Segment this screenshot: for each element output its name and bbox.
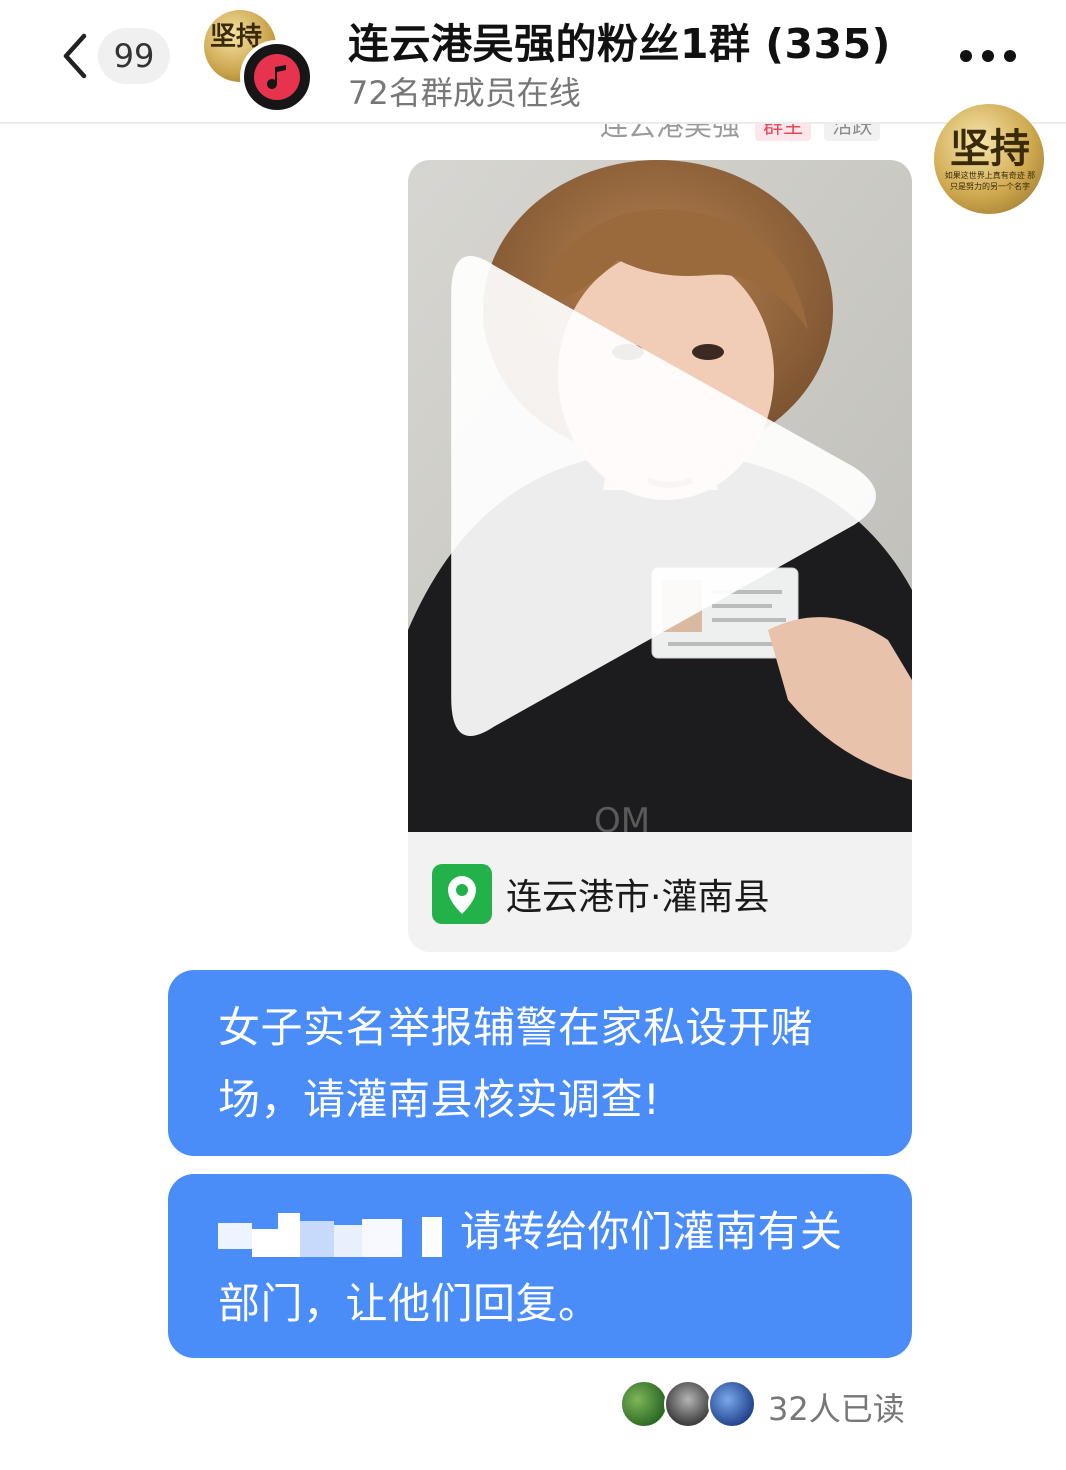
more-dots-icon [960, 50, 972, 62]
redact-block [362, 1218, 402, 1257]
online-members-count: 72名群成员在线 [348, 74, 581, 112]
read-count: 32人已读 [768, 1390, 905, 1428]
reader-avatar [664, 1380, 712, 1428]
more-dot [982, 50, 994, 62]
music-avatar-inner [254, 54, 300, 100]
video-thumbnail[interactable]: OM [408, 160, 912, 832]
play-icon[interactable] [408, 160, 912, 832]
sender-avatar-subtext: 如果这世界上真有奇迹 那只是努力的另一个名字 [944, 171, 1036, 191]
message-text: 女子实名举报辅警在家私设开赌场，请灌南县核实调查! [218, 1003, 814, 1124]
video-message-card[interactable]: OM 连云港市·灌南县 [408, 160, 912, 952]
reader-avatar [620, 1380, 668, 1428]
text-message-bubble[interactable]: 请转给你们灌南有关部门，让他们回复。 [168, 1174, 912, 1358]
sender-avatar[interactable]: 坚持 如果这世界上真有奇迹 那只是努力的另一个名字 [934, 104, 1044, 214]
back-button[interactable] [56, 28, 96, 84]
chevron-left-icon [63, 33, 87, 79]
more-dot [1004, 50, 1016, 62]
more-options-button[interactable] [960, 44, 1030, 68]
group-title[interactable]: 连云港吴强的粉丝1群 (335) [348, 10, 891, 70]
chat-header: 99 坚持 连云港吴强的粉丝1群 (335) 72名群成员在线 [0, 0, 1066, 124]
redact-block [334, 1224, 362, 1257]
redacted-mention [218, 1212, 450, 1257]
location-pin-icon [432, 864, 492, 924]
read-receipt[interactable]: 32人已读 [620, 1378, 920, 1430]
text-message-bubble[interactable]: 女子实名举报辅警在家私设开赌场，请灌南县核实调查! [168, 970, 912, 1156]
music-app-avatar [240, 40, 314, 114]
group-avatar[interactable]: 坚持 [204, 10, 314, 114]
video-location[interactable]: 连云港市·灌南县 [408, 832, 912, 952]
location-label: 连云港市·灌南县 [506, 877, 770, 918]
redact-block [218, 1222, 252, 1249]
redact-block [300, 1220, 334, 1257]
location-pin-glyph [448, 876, 476, 914]
redact-block [252, 1228, 278, 1257]
music-note-icon [267, 65, 286, 89]
sender-avatar-text: 坚持 [950, 125, 1030, 172]
unread-count-badge[interactable]: 99 [98, 28, 170, 84]
redact-block [278, 1212, 300, 1257]
reader-avatar [708, 1380, 756, 1428]
redact-block [422, 1216, 442, 1257]
